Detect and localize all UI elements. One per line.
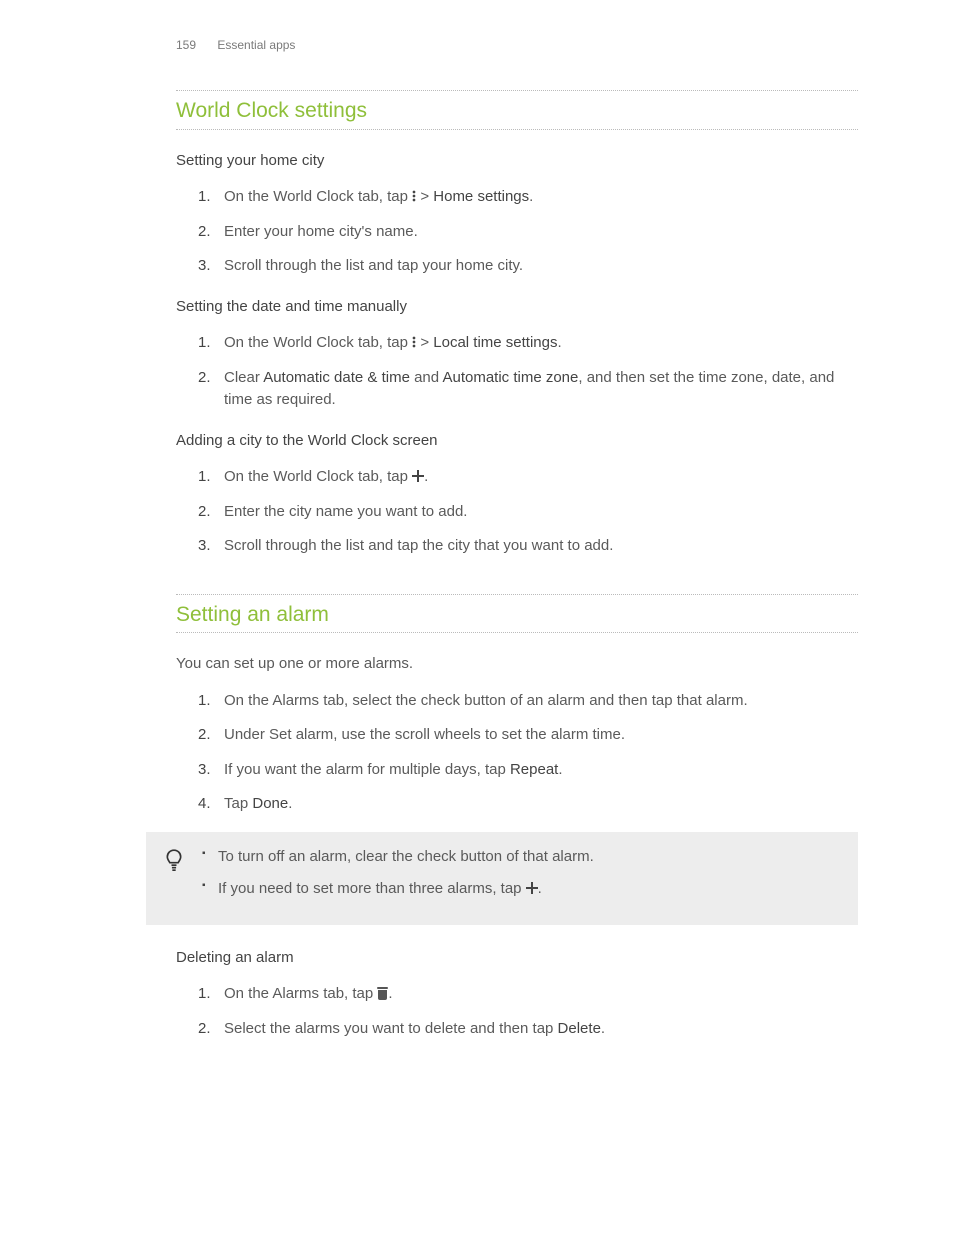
- step-item: 2. Select the alarms you want to delete …: [198, 1018, 858, 1041]
- tip-item: To turn off an alarm, clear the check bu…: [202, 846, 594, 869]
- step-item: 1. On the Alarms tab, tap .: [198, 983, 858, 1006]
- step-item: 1. On the Alarms tab, select the check b…: [198, 690, 858, 713]
- subheading-delete-alarm: Deleting an alarm: [176, 947, 858, 970]
- steps-alarm: 1. On the Alarms tab, select the check b…: [198, 690, 858, 816]
- step-item: 3. If you want the alarm for multiple da…: [198, 759, 858, 782]
- step-item: 1. On the World Clock tab, tap > Local t…: [198, 332, 858, 355]
- steps-add-city: 1. On the World Clock tab, tap . 2. Ente…: [198, 466, 858, 558]
- trash-icon: [377, 987, 388, 1000]
- tip-item: If you need to set more than three alarm…: [202, 878, 594, 901]
- step-item: 4. Tap Done.: [198, 793, 858, 816]
- step-item: 3. Scroll through the list and tap the c…: [198, 535, 858, 558]
- page-number: 159: [176, 36, 196, 54]
- step-item: 3. Scroll through the list and tap your …: [198, 255, 858, 278]
- tip-list: To turn off an alarm, clear the check bu…: [202, 846, 594, 911]
- chapter-name: Essential apps: [217, 38, 295, 52]
- section-heading-world-clock: World Clock settings: [176, 90, 858, 130]
- alarm-lead: You can set up one or more alarms.: [176, 653, 858, 676]
- step-item: 1. On the World Clock tab, tap > Home se…: [198, 186, 858, 209]
- plus-icon: [412, 470, 424, 482]
- subheading-home-city: Setting your home city: [176, 150, 858, 173]
- plus-icon: [526, 882, 538, 894]
- step-item: 2. Under Set alarm, use the scroll wheel…: [198, 724, 858, 747]
- subheading-date-time: Setting the date and time manually: [176, 296, 858, 319]
- step-item: 2. Enter the city name you want to add.: [198, 501, 858, 524]
- more-menu-icon: [412, 190, 416, 202]
- steps-delete-alarm: 1. On the Alarms tab, tap . 2. Select th…: [198, 983, 858, 1040]
- steps-home-city: 1. On the World Clock tab, tap > Home se…: [198, 186, 858, 278]
- more-menu-icon: [412, 336, 416, 348]
- steps-date-time: 1. On the World Clock tab, tap > Local t…: [198, 332, 858, 412]
- step-item: 2. Clear Automatic date & time and Autom…: [198, 367, 858, 412]
- subheading-add-city: Adding a city to the World Clock screen: [176, 430, 858, 453]
- tip-box: To turn off an alarm, clear the check bu…: [146, 832, 858, 925]
- page-header: 159 Essential apps: [176, 36, 858, 54]
- step-item: 1. On the World Clock tab, tap .: [198, 466, 858, 489]
- step-item: 2. Enter your home city's name.: [198, 221, 858, 244]
- section-heading-alarm: Setting an alarm: [176, 594, 858, 634]
- lightbulb-icon: [164, 848, 184, 874]
